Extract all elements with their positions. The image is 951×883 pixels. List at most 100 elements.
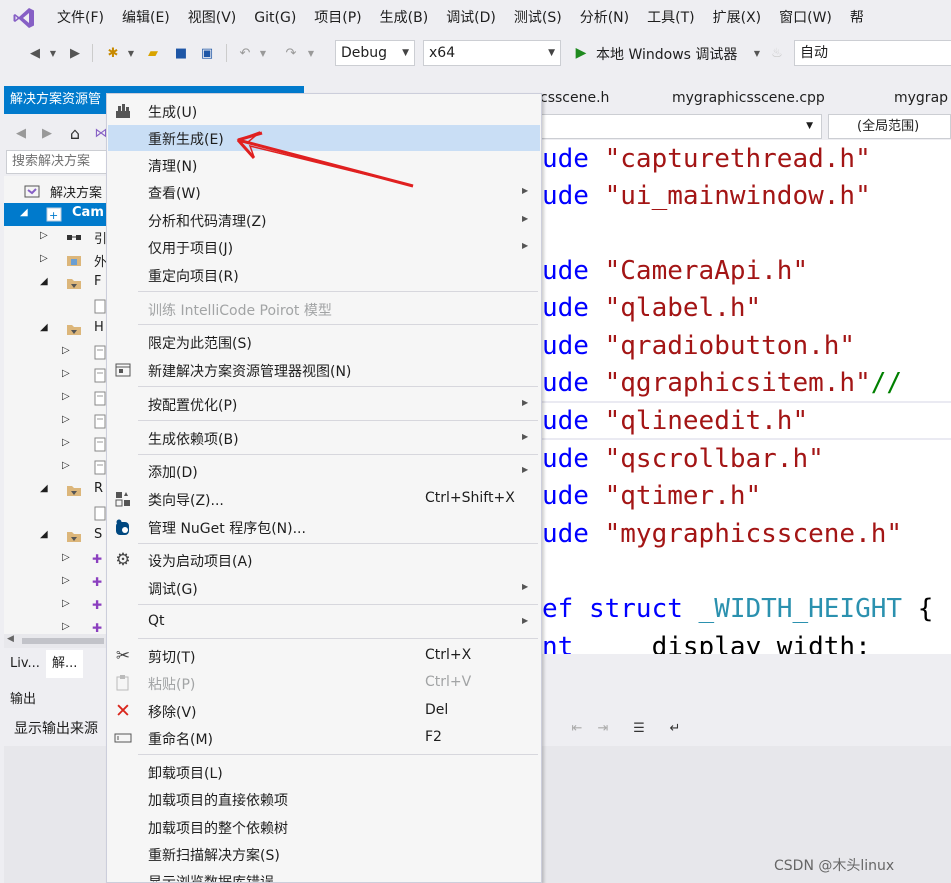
expand-arrow-icon[interactable]: ▷: [40, 253, 48, 264]
tab-solution-explorer[interactable]: 解...: [45, 650, 84, 678]
redo-dropdown-icon[interactable]: ▼: [302, 44, 320, 62]
menu-item-cut[interactable]: ✂ 剪切(T) Ctrl+X: [108, 643, 540, 669]
new-dropdown-icon[interactable]: ▼: [122, 44, 140, 62]
menu-item-view[interactable]: 查看(W) ▶: [108, 179, 540, 205]
menu-item-rename[interactable]: 重命名(M) F2: [108, 725, 540, 751]
menu-help[interactable]: 帮: [841, 0, 873, 36]
word-wrap-icon[interactable]: ↵: [666, 720, 684, 738]
auto-select[interactable]: 自动: [794, 40, 951, 66]
tree-row-references[interactable]: ▷ 引: [4, 226, 114, 249]
run-debugger-button[interactable]: 本地 Windows 调试器: [596, 44, 737, 64]
expand-arrow-icon[interactable]: ▷: [62, 437, 70, 448]
menu-window[interactable]: 窗口(W): [770, 0, 841, 36]
menu-extensions[interactable]: 扩展(X): [704, 0, 771, 36]
undo-dropdown-icon[interactable]: ▼: [254, 44, 272, 62]
tree-row-solution[interactable]: 解决方案: [4, 180, 114, 203]
scrollbar-thumb[interactable]: [22, 638, 104, 644]
expand-arrow-icon[interactable]: ▷: [62, 552, 70, 563]
menu-item-scope-to-this[interactable]: 限定为此范围(S): [108, 329, 540, 355]
menu-edit[interactable]: 编辑(E): [113, 0, 179, 36]
expand-arrow-icon[interactable]: ▷: [62, 368, 70, 379]
expand-arrow-icon[interactable]: ▷: [62, 621, 70, 632]
menu-item-qt[interactable]: Qt ▶: [108, 609, 540, 635]
tree-row-file[interactable]: [4, 502, 114, 525]
menu-item-load-dep-tree[interactable]: 加载项目的整个依赖树: [108, 814, 540, 840]
tree-row-source[interactable]: ▷ ✚: [4, 571, 114, 594]
code-editor[interactable]: ude "capturethread.h" ude "ui_mainwindow…: [540, 140, 951, 654]
expand-arrow-icon[interactable]: ▷: [62, 598, 70, 609]
menu-file[interactable]: 文件(F): [48, 0, 113, 36]
tree-row-header[interactable]: ▷: [4, 341, 114, 364]
scroll-left-icon[interactable]: ◀: [7, 634, 14, 644]
forward-icon[interactable]: ▶: [66, 44, 84, 62]
prev-message-icon[interactable]: ⇤: [568, 720, 586, 738]
scope-select[interactable]: (全局范围): [828, 114, 951, 139]
tree-row-file[interactable]: [4, 295, 114, 318]
menu-item-clean[interactable]: 清理(N): [108, 152, 540, 178]
menu-item-new-explorer-view[interactable]: 新建解决方案资源管理器视图(N): [108, 357, 540, 383]
collapse-arrow-icon[interactable]: ◢: [20, 207, 28, 218]
menu-item-debug[interactable]: 调试(G) ▶: [108, 575, 540, 601]
back-dropdown-icon[interactable]: ▼: [44, 44, 62, 62]
menu-item-paste[interactable]: 粘贴(P) Ctrl+V: [108, 670, 540, 696]
back-icon[interactable]: ◀: [12, 124, 30, 142]
menu-item-build[interactable]: 生成(U): [108, 98, 540, 124]
configuration-select[interactable]: Debug ▼: [335, 40, 415, 66]
menu-git[interactable]: Git(G): [245, 0, 305, 36]
redo-icon[interactable]: ↷: [282, 44, 300, 62]
solution-search-input[interactable]: 搜索解决方案: [6, 150, 114, 174]
platform-select[interactable]: x64 ▼: [423, 40, 561, 66]
menu-item-project-only[interactable]: 仅用于项目(J) ▶: [108, 234, 540, 260]
tree-row-folder[interactable]: ◢ R: [4, 479, 114, 502]
collapse-arrow-icon[interactable]: ◢: [40, 276, 48, 287]
tree-row-source[interactable]: ▷ ✚: [4, 548, 114, 571]
open-folder-icon[interactable]: ▰: [144, 44, 162, 62]
save-all-icon[interactable]: ▣: [198, 44, 216, 62]
home-icon[interactable]: ⌂: [66, 124, 84, 143]
menu-item-retarget[interactable]: 重定向项目(R): [108, 262, 540, 288]
menu-tools[interactable]: 工具(T): [638, 0, 703, 36]
tree-row-project[interactable]: ◢ + Cam: [4, 203, 114, 226]
back-icon[interactable]: ◀: [26, 44, 44, 62]
tree-horizontal-scrollbar[interactable]: ◀: [4, 634, 114, 648]
menu-item-show-db-errors[interactable]: 显示浏览数据库错误: [108, 868, 540, 882]
tab-overflow[interactable]: mygrap: [894, 90, 948, 106]
tab-live-share[interactable]: Liv...: [4, 650, 46, 678]
collapse-arrow-icon[interactable]: ◢: [40, 322, 48, 333]
collapse-arrow-icon[interactable]: ◢: [40, 529, 48, 540]
tree-row-source[interactable]: ▷ ✚: [4, 594, 114, 617]
expand-arrow-icon[interactable]: ▷: [62, 460, 70, 471]
member-select[interactable]: ▼: [540, 114, 822, 139]
menu-item-analyze-cleanup[interactable]: 分析和代码清理(Z) ▶: [108, 207, 540, 233]
save-icon[interactable]: ■: [172, 44, 190, 62]
expand-arrow-icon[interactable]: ▷: [62, 414, 70, 425]
menu-item-remove[interactable]: ✕ 移除(V) Del: [108, 698, 540, 724]
menu-item-rescan-solution[interactable]: 重新扫描解决方案(S): [108, 841, 540, 867]
visual-studio-logo-icon[interactable]: [0, 0, 48, 36]
menu-project[interactable]: 项目(P): [305, 0, 370, 36]
menu-item-rebuild[interactable]: 重新生成(E): [108, 125, 540, 151]
tab-cpp-file[interactable]: mygraphicsscene.cpp: [672, 90, 825, 106]
collapse-arrow-icon[interactable]: ◢: [40, 483, 48, 494]
menu-item-class-wizard[interactable]: 类向导(Z)... Ctrl+Shift+X: [108, 486, 540, 512]
menu-item-set-startup[interactable]: ⚙ 设为启动项目(A): [108, 547, 540, 573]
expand-arrow-icon[interactable]: ▷: [62, 575, 70, 586]
clear-all-icon[interactable]: ☰: [630, 720, 648, 738]
menu-item-unload-project[interactable]: 卸载项目(L): [108, 759, 540, 785]
menu-analyze[interactable]: 分析(N): [571, 0, 638, 36]
tab-header-file[interactable]: csscene.h: [540, 90, 609, 106]
menu-view[interactable]: 视图(V): [179, 0, 246, 36]
tree-row-folder[interactable]: ◢ S: [4, 525, 114, 548]
menu-item-add[interactable]: 添加(D) ▶: [108, 458, 540, 484]
play-icon[interactable]: ▶: [572, 44, 590, 62]
run-dropdown-icon[interactable]: ▼: [748, 44, 766, 62]
tree-row-folder[interactable]: ◢ H: [4, 318, 114, 341]
undo-icon[interactable]: ↶: [236, 44, 254, 62]
new-project-icon[interactable]: ✱: [104, 44, 122, 62]
menu-item-build-dependencies[interactable]: 生成依赖项(B) ▶: [108, 425, 540, 451]
menu-item-profile-optimize[interactable]: 按配置优化(P) ▶: [108, 391, 540, 417]
menu-test[interactable]: 测试(S): [505, 0, 571, 36]
tree-row-header[interactable]: ▷: [4, 364, 114, 387]
forward-icon[interactable]: ▶: [38, 124, 56, 142]
expand-arrow-icon[interactable]: ▷: [62, 345, 70, 356]
